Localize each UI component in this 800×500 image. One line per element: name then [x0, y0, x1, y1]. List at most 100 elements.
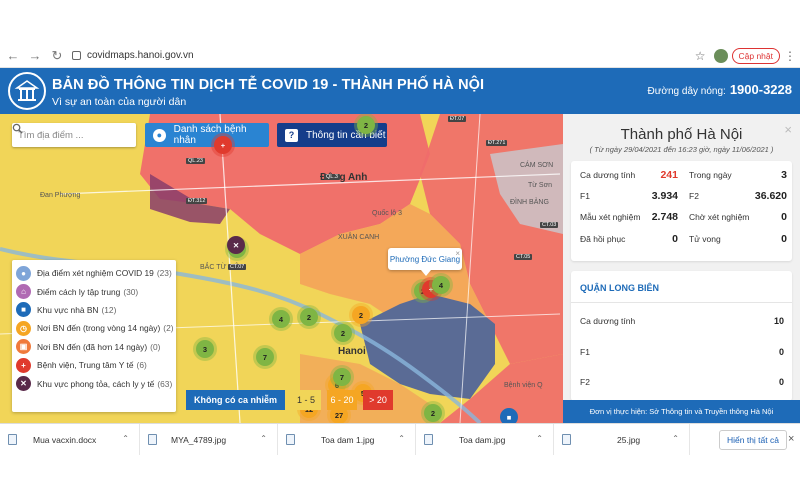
stat-positive: Ca dương tính 241	[580, 169, 678, 181]
map-legend: ● Địa điểm xét nghiệm COVID 19 (23) ⌂ Đi…	[12, 260, 176, 412]
road-tag: CT.07	[228, 264, 247, 270]
hanoi-logo	[8, 72, 46, 110]
page-subtitle: Vì sự an toàn của người dân	[52, 96, 187, 108]
show-all-downloads-button[interactable]: Hiển thị tất cả	[719, 430, 787, 450]
stat-value: 3	[781, 169, 787, 181]
browser-address-bar: ← → ↻ covidmaps.hanoi.gov.vn ☆ Cập nhật …	[0, 44, 800, 68]
scale-no-cases: Không có ca nhiễm	[186, 390, 286, 410]
screen: ← → ↻ covidmaps.hanoi.gov.vn ☆ Cập nhật …	[0, 0, 800, 500]
test-tube-icon: ●	[16, 265, 31, 281]
stat-today: Trong ngày 3	[689, 169, 787, 181]
place-search[interactable]	[12, 123, 136, 147]
popup-close-icon[interactable]: ×	[455, 249, 460, 258]
stat-label: Ca dương tính	[580, 170, 636, 180]
download-item[interactable]: Toa dam.jpg ⌃	[416, 423, 554, 456]
legend-item[interactable]: ◷ Nơi BN đến (trong vòng 14 ngày) (2)	[16, 319, 174, 337]
hotline-number[interactable]: 1900-3228	[730, 82, 792, 97]
patient-home-marker-icon[interactable]: ■	[500, 408, 518, 423]
download-item[interactable]: MYA_4789.jpg ⌃	[140, 423, 278, 456]
legend-label: Điểm cách ly tập trung	[37, 286, 121, 297]
chevron-up-icon[interactable]: ⌃	[672, 434, 679, 443]
house-icon: ⌂	[16, 284, 31, 300]
legend-item[interactable]: ▣ Nơi BN đến (đã hơn 14 ngày) (0)	[16, 338, 172, 356]
download-item[interactable]: Toa dam 1.jpg ⌃	[278, 423, 416, 456]
panel-footer: Đơn vị thực hiện: Sở Thông tin và Truyền…	[563, 400, 800, 423]
district-row-label: F2	[580, 377, 590, 387]
top-blank-area	[0, 0, 800, 44]
case-cluster[interactable]: 3	[196, 340, 214, 358]
legend-item[interactable]: ● Địa điểm xét nghiệm COVID 19 (23)	[16, 264, 172, 282]
hotline: Đường dây nóng: 1900-3228	[648, 82, 792, 97]
city-stats-card: Ca dương tính 241 Trong ngày 3 F1 3.934 …	[571, 161, 792, 261]
close-downloads-icon[interactable]: ×	[788, 433, 794, 445]
road-tag: QL.23	[186, 158, 205, 164]
stat-value: 241	[660, 169, 678, 181]
search-icon[interactable]	[12, 123, 23, 134]
road-tag: ĐT.07	[448, 116, 467, 122]
forward-arrow-icon[interactable]: →	[26, 47, 44, 65]
profile-avatar[interactable]	[713, 49, 728, 63]
user-icon: ●	[153, 128, 166, 142]
reload-icon[interactable]: ↻	[48, 47, 66, 65]
info-label: Thông tin cần biết	[306, 129, 386, 141]
covid-map[interactable]: Đông Anh Đan Phượng Hanoi Từ Sơn ĐÌNH BẢ…	[0, 114, 563, 423]
legend-label: Khu vực phong tỏa, cách ly y tế	[37, 378, 155, 389]
legend-item[interactable]: + Bệnh viện, Trung tâm Y tế (6)	[16, 356, 172, 374]
hospital-marker-icon[interactable]: +	[214, 136, 232, 154]
legend-item[interactable]: ✕ Khu vực phong tỏa, cách ly y tế (63)	[16, 374, 172, 392]
case-cluster[interactable]: 2	[352, 306, 370, 324]
district-title: QUẬN LONG BIÊN	[580, 283, 660, 293]
file-icon	[286, 434, 295, 445]
case-cluster[interactable]: 7	[256, 348, 274, 366]
stat-pending: Chờ xét nghiệm 0	[689, 211, 787, 223]
case-cluster[interactable]: 2	[300, 308, 318, 326]
stat-label: F1	[580, 191, 590, 201]
file-icon	[8, 434, 17, 445]
chevron-up-icon[interactable]: ⌃	[398, 434, 405, 443]
patient-list-button[interactable]: ● Danh sách bệnh nhân	[145, 123, 269, 147]
scale-box: > 20	[363, 390, 394, 410]
road-tag: ĐT.271	[486, 140, 508, 146]
road-tag: CT.05	[514, 254, 533, 260]
legend-item[interactable]: ⌂ Điểm cách ly tập trung (30)	[16, 282, 172, 300]
date-range: ( Từ ngày 29/04/2021 đến 16:23 giờ, ngày…	[589, 145, 774, 154]
update-button[interactable]: Cập nhật	[731, 48, 780, 64]
case-cluster[interactable]: 4	[272, 310, 290, 328]
stat-deaths: Tử vong 0	[689, 233, 787, 245]
legend-count: (6)	[136, 360, 147, 371]
url-field[interactable]: covidmaps.hanoi.gov.vn	[72, 47, 194, 65]
district-row-value: 10	[773, 316, 784, 326]
page-header: BẢN ĐỒ THÔNG TIN DỊCH TỄ COVID 19 - THÀN…	[0, 68, 800, 114]
case-cluster[interactable]: 4	[432, 276, 450, 294]
case-cluster[interactable]: 2	[357, 116, 375, 134]
back-arrow-icon[interactable]: ←	[4, 47, 22, 65]
chevron-up-icon[interactable]: ⌃	[260, 434, 267, 443]
district-row-value: 0	[778, 347, 784, 357]
download-item[interactable]: 25.jpg ⌃	[554, 423, 690, 456]
legend-label: Khu vực nhà BN	[37, 304, 99, 315]
legend-item[interactable]: ■ Khu vực nhà BN (12)	[16, 301, 172, 319]
chevron-up-icon[interactable]: ⌃	[122, 434, 129, 443]
map-label-quoc-lo-3: Quốc lộ 3	[372, 210, 402, 217]
stat-label: F2	[689, 191, 699, 201]
chevron-up-icon[interactable]: ⌃	[536, 434, 543, 443]
download-filename: Toa dam 1.jpg	[321, 434, 375, 445]
stat-negative: Mẫu xét nghiệm 2.748	[580, 211, 678, 223]
scale-box: 6 - 20	[327, 390, 358, 410]
download-item[interactable]: Mua vacxin.docx ⌃	[0, 423, 140, 456]
case-cluster[interactable]: 2	[334, 324, 352, 342]
downloads-bar: Mua vacxin.docx ⌃ MYA_4789.jpg ⌃ Toa dam…	[0, 423, 800, 456]
browser-menu-icon[interactable]: ⋮	[784, 49, 796, 63]
case-cluster[interactable]: 7	[333, 368, 351, 386]
legend-count: (12)	[101, 304, 117, 315]
search-input[interactable]	[18, 129, 118, 141]
calendar-icon: ▣	[16, 339, 31, 355]
legend-label: Nơi BN đến (đã hơn 14 ngày)	[37, 341, 148, 352]
ward-popup[interactable]: Phường Đức Giang ×	[388, 248, 462, 276]
page-title: BẢN ĐỒ THÔNG TIN DỊCH TỄ COVID 19 - THÀN…	[52, 77, 485, 93]
lockdown-marker-icon[interactable]: ✕	[227, 236, 245, 254]
case-cluster[interactable]: 2	[424, 404, 442, 422]
map-label-hanoi: Hanoi	[338, 346, 366, 357]
map-label-tu-son: Từ Sơn	[528, 182, 553, 189]
bookmark-star-icon[interactable]: ☆	[695, 49, 706, 63]
